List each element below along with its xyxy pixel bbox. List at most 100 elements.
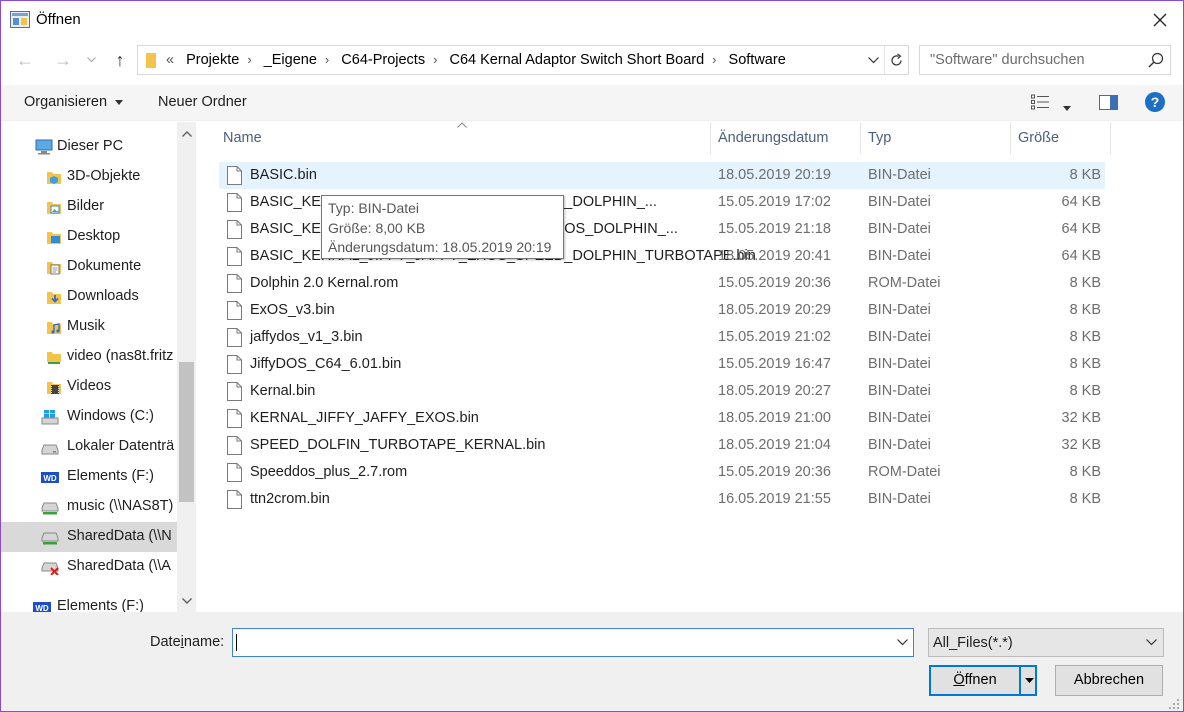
file-icon — [227, 409, 242, 428]
file-type-dropdown-button[interactable] — [1141, 629, 1161, 656]
column-header-name[interactable]: Name — [213, 122, 711, 154]
preview-pane-button[interactable] — [1099, 95, 1118, 113]
column-header-type[interactable]: Typ — [861, 122, 1011, 154]
view-dropdown-button[interactable] — [1063, 98, 1071, 114]
file-row[interactable]: Dolphin 2.0 Kernal.rom 15.05.2019 20:36 RO… — [219, 270, 1105, 297]
sidebar-item-label: Bilder — [67, 198, 105, 214]
sidebar-item-shareddata-n[interactable]: SharedData (\\N — [1, 522, 177, 552]
forward-button[interactable]: → — [51, 49, 75, 71]
breadcrumb-separator-icon[interactable]: › — [433, 52, 437, 67]
breadcrumb-eigene[interactable]: _Eigene — [264, 52, 317, 68]
file-row[interactable]: ExOS_v3.bin 18.05.2019 20:29 BIN-Datei 8 KB — [219, 297, 1105, 324]
open-button[interactable]: Öffnen — [929, 665, 1037, 696]
sidebar-item-label: Elements (F:) — [57, 598, 145, 612]
cancel-button[interactable]: Abbrechen — [1055, 665, 1163, 696]
sidebar-item-pictures[interactable]: Bilder — [1, 192, 177, 222]
organize-button[interactable]: Organisieren — [24, 94, 124, 110]
sidebar-item-local-disk[interactable]: Lokaler Datenträ — [1, 432, 177, 462]
file-type: BIN-Datei — [868, 410, 931, 426]
file-type-select[interactable]: All_Files(*.*) — [928, 628, 1164, 657]
pictures-icon — [47, 202, 61, 214]
new-folder-button[interactable]: Neuer Ordner — [158, 94, 247, 110]
sidebar-item-this-pc[interactable]: Dieser PC — [1, 132, 177, 162]
file-row[interactable]: ttn2crom.bin 16.05.2019 21:55 BIN-Datei 8 K… — [219, 486, 1105, 513]
search-input[interactable] — [920, 46, 1140, 74]
open-file-dialog: Öffnen ← → ↑ « Projekte › _Eigene › C64-Pr… — [0, 0, 1184, 712]
sidebar-item-downloads[interactable]: Downloads — [1, 282, 177, 312]
sidebar-item-windows-c[interactable]: Windows (C:) — [1, 402, 177, 432]
desktop-icon — [47, 232, 61, 244]
sidebar-item-music-nas[interactable]: music (\\NAS8T) — [1, 492, 177, 522]
column-header-size[interactable]: Größe — [1011, 122, 1111, 154]
filename-label-part: name: — [183, 634, 225, 650]
column-header-date[interactable]: Änderungsdatum — [711, 122, 861, 154]
file-icon — [227, 247, 242, 266]
file-type: BIN-Datei — [868, 221, 931, 237]
filename-dropdown-button[interactable] — [891, 629, 913, 656]
sidebar-item-music[interactable]: Musik — [1, 312, 177, 342]
sidebar-item-videos[interactable]: Videos — [1, 372, 177, 402]
file-row[interactable]: jaffydos_v1_3.bin 15.05.2019 21:02 BIN-Dat… — [219, 324, 1105, 351]
file-row[interactable]: KERNAL_JIFFY_JAFFY_EXOS.bin 18.05.2019 21… — [219, 405, 1105, 432]
scroll-up-button[interactable] — [177, 124, 196, 143]
breadcrumb-separator-icon[interactable]: › — [712, 52, 716, 67]
sidebar-item-documents[interactable]: Dokumente — [1, 252, 177, 282]
close-button[interactable] — [1137, 1, 1183, 39]
scroll-thumb[interactable] — [179, 362, 194, 502]
back-button[interactable]: ← — [13, 49, 37, 71]
sidebar-item-label: Dokumente — [67, 258, 142, 274]
sidebar-item-label: Musik — [67, 318, 105, 334]
file-row[interactable]: Speeddos_plus_2.7.rom 15.05.2019 20:36 ROM… — [219, 459, 1105, 486]
sidebar-item-desktop[interactable]: Desktop — [1, 222, 177, 252]
help-button[interactable]: ? — [1145, 92, 1165, 115]
sidebar-item-video-nas[interactable]: video (nas8t.fritz — [1, 342, 177, 372]
scroll-down-button[interactable] — [177, 591, 196, 610]
sidebar-item-elements-f-2[interactable]: WD Elements (F:) — [1, 592, 177, 612]
sidebar-item-label: Elements (F:) — [67, 468, 155, 484]
open-options-dropdown[interactable] — [1021, 667, 1037, 694]
sidebar-item-label: 3D-Objekte — [67, 168, 141, 184]
filename-input[interactable] — [235, 631, 885, 654]
file-size: 8 KB — [1069, 383, 1101, 399]
file-row[interactable]: BASIC.bin 18.05.2019 20:19 BIN-Datei 8 KB — [219, 162, 1105, 189]
details-view-icon — [1031, 94, 1049, 110]
breadcrumb-separator-icon[interactable]: › — [247, 52, 251, 67]
music-icon — [47, 322, 61, 334]
refresh-button[interactable] — [884, 46, 908, 74]
documents-icon — [47, 262, 61, 275]
file-row[interactable]: JiffyDOS_C64_6.01.bin 15.05.2019 16:47 BIN… — [219, 351, 1105, 378]
resize-grip-icon[interactable] — [1168, 698, 1180, 710]
breadcrumb-software[interactable]: Software — [729, 52, 786, 68]
sidebar-scrollbar[interactable] — [177, 122, 196, 612]
view-options-button[interactable] — [1031, 94, 1049, 113]
address-bar[interactable]: « Projekte › _Eigene › C64-Projects › C64 K… — [137, 45, 909, 75]
file-icon — [227, 382, 242, 401]
dropdown-arrow-icon — [1063, 106, 1071, 111]
search-icon[interactable] — [1148, 52, 1164, 68]
breadcrumb-kernal-adaptor[interactable]: C64 Kernal Adaptor Switch Short Board — [449, 52, 704, 68]
recent-locations-button[interactable] — [83, 49, 99, 71]
chevron-down-icon — [1145, 639, 1157, 646]
file-name: BASIC.bin — [250, 167, 317, 183]
file-type: BIN-Datei — [868, 167, 931, 183]
file-icon — [227, 355, 242, 374]
sidebar-item-label: music (\\NAS8T) — [67, 498, 174, 514]
disconnected-drive-icon — [41, 562, 59, 575]
file-date: 18.05.2019 20:27 — [718, 383, 831, 399]
breadcrumb-overflow[interactable]: « — [166, 52, 174, 68]
sidebar-item-shareddata-a[interactable]: SharedData (\\A — [1, 552, 177, 582]
address-history-button[interactable] — [862, 46, 884, 74]
breadcrumb-separator-icon[interactable]: › — [325, 52, 329, 67]
file-size: 8 KB — [1069, 356, 1101, 372]
file-row[interactable]: Kernal.bin 18.05.2019 20:27 BIN-Datei 8 KB — [219, 378, 1105, 405]
breadcrumb-c64-projects[interactable]: C64-Projects — [341, 52, 425, 68]
breadcrumb-projekte[interactable]: Projekte — [186, 52, 239, 68]
search-box[interactable] — [919, 45, 1171, 75]
file-type: BIN-Datei — [868, 302, 931, 318]
file-size: 64 KB — [1061, 221, 1102, 237]
sidebar-item-elements-f[interactable]: WD Elements (F:) — [1, 462, 177, 492]
sidebar-item-3d-objects[interactable]: 3D-Objekte — [1, 162, 177, 192]
up-button[interactable]: ↑ — [108, 49, 132, 71]
filename-combobox[interactable] — [232, 628, 914, 657]
file-row[interactable]: SPEED_DOLFIN_TURBOTAPE_KERNAL.bin 18.05.2… — [219, 432, 1105, 459]
